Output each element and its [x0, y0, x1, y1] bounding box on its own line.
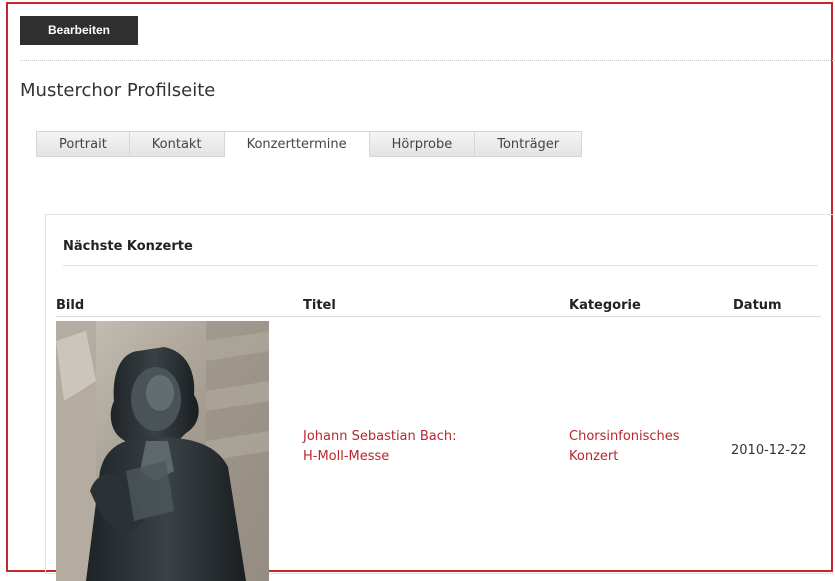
column-header-image: Bild [56, 298, 85, 313]
edit-button[interactable]: Bearbeiten [20, 16, 138, 45]
concert-category-line1: Chorsinfonisches [569, 429, 680, 444]
concert-title-line1: Johann Sebastian Bach: [303, 429, 457, 444]
bach-statue-image [56, 321, 269, 581]
profile-tabs: Portrait Kontakt Konzerttermine Hörprobe… [36, 131, 583, 157]
tab-konzerttermine[interactable]: Konzerttermine [224, 131, 370, 157]
column-header-category: Kategorie [569, 298, 641, 313]
concert-image[interactable] [56, 321, 269, 581]
section-heading: Nächste Konzerte [63, 239, 193, 254]
tab-portrait[interactable]: Portrait [37, 131, 130, 157]
tab-hoerprobe[interactable]: Hörprobe [369, 131, 476, 157]
page-title: Musterchor Profilseite [20, 80, 216, 101]
header-divider [20, 60, 835, 61]
concerts-panel: Nächste Konzerte Bild Titel Kategorie Da… [45, 214, 833, 581]
table-header-divider [56, 316, 821, 317]
concert-date: 2010-12-22 [731, 443, 807, 458]
concert-title-link[interactable]: Johann Sebastian Bach: H-Moll-Messe [303, 427, 457, 467]
concert-category-line2: Konzert [569, 449, 619, 464]
concert-category-link[interactable]: Chorsinfonisches Konzert [569, 427, 680, 467]
column-header-date: Datum [733, 298, 782, 313]
concert-title-line2: H-Moll-Messe [303, 449, 390, 464]
tab-tontraeger[interactable]: Tonträger [475, 131, 583, 157]
section-divider [63, 265, 818, 266]
tab-kontakt[interactable]: Kontakt [129, 131, 225, 157]
column-header-title: Titel [303, 298, 336, 313]
